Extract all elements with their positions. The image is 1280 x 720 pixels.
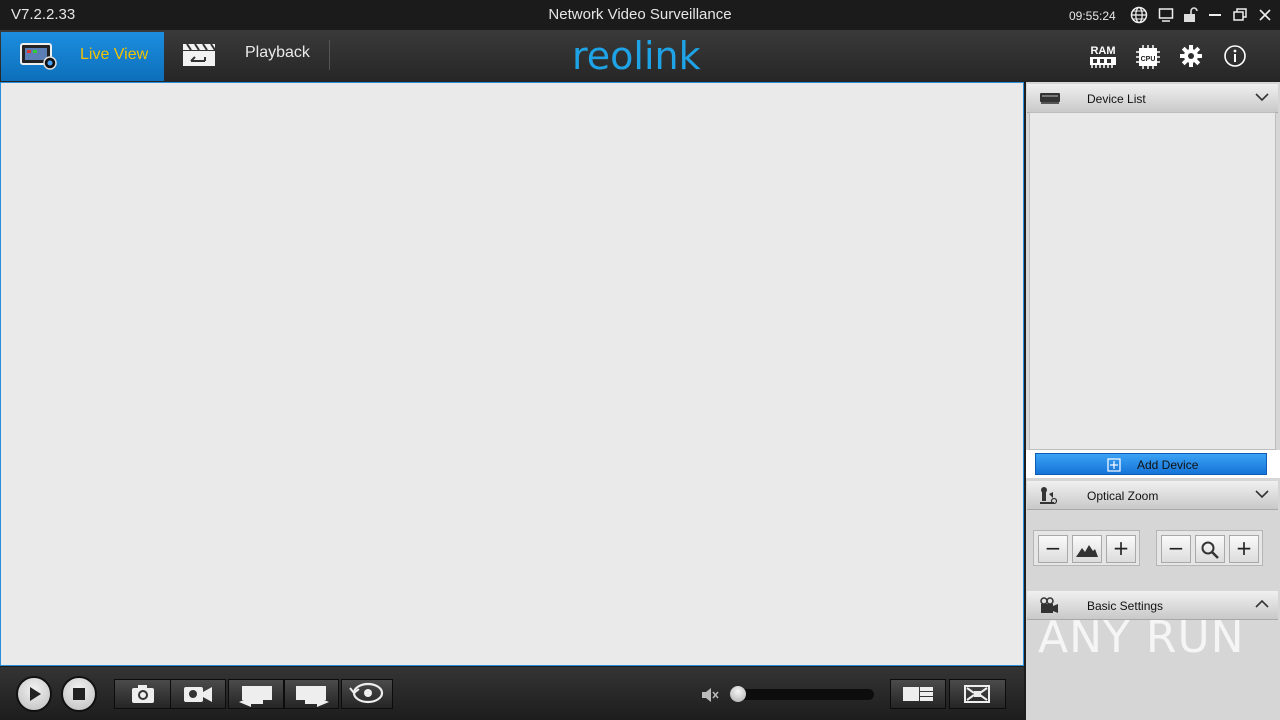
chevron-down-icon[interactable] bbox=[1255, 92, 1269, 102]
globe-icon[interactable] bbox=[1130, 6, 1148, 24]
loop-icon bbox=[349, 682, 384, 704]
loop-button[interactable] bbox=[341, 679, 393, 709]
live-video-area[interactable] bbox=[0, 82, 1024, 666]
reolink-logo: reolink bbox=[572, 34, 701, 78]
previous-window-button[interactable] bbox=[228, 679, 284, 709]
settings-gear-icon[interactable] bbox=[1179, 44, 1203, 68]
zoom-wide-button[interactable] bbox=[1072, 535, 1102, 563]
snapshot-icon bbox=[132, 685, 154, 703]
focus-search-button[interactable] bbox=[1195, 535, 1225, 563]
stop-icon bbox=[73, 688, 85, 700]
focus-out-button[interactable]: − bbox=[1161, 535, 1191, 563]
stop-button[interactable] bbox=[61, 676, 97, 712]
fullscreen-button[interactable] bbox=[949, 679, 1006, 709]
tab-live-view-label: Live View bbox=[80, 46, 149, 63]
previous-icon bbox=[239, 686, 272, 707]
anyrun-watermark: ANY RUN bbox=[1038, 612, 1245, 663]
cpu-icon[interactable]: CPU bbox=[1135, 44, 1161, 70]
tab-playback[interactable]: Playback bbox=[245, 44, 310, 62]
zoom-in-button[interactable]: + bbox=[1106, 535, 1136, 563]
zoom-control-group: − + bbox=[1033, 530, 1140, 566]
record-button[interactable] bbox=[170, 679, 226, 709]
optical-zoom-title: Optical Zoom bbox=[1087, 489, 1159, 503]
volume-slider-handle[interactable] bbox=[730, 686, 746, 702]
title-bar: V7.2.2.33 Network Video Surveillance 09:… bbox=[0, 0, 1280, 30]
close-icon[interactable] bbox=[1256, 6, 1274, 24]
device-list-title: Device List bbox=[1087, 92, 1146, 106]
next-window-button[interactable] bbox=[284, 679, 339, 709]
add-device-label: Add Device bbox=[1137, 458, 1199, 472]
cpu-label: CPU bbox=[1141, 56, 1156, 63]
mute-icon[interactable] bbox=[700, 686, 720, 704]
device-list[interactable] bbox=[1029, 112, 1276, 450]
zoom-out-button[interactable]: − bbox=[1038, 535, 1068, 563]
playback-clapper-icon[interactable] bbox=[181, 42, 217, 68]
nav-divider bbox=[329, 40, 330, 70]
record-icon bbox=[184, 687, 212, 702]
optical-zoom-icon bbox=[1040, 487, 1058, 505]
minimize-icon[interactable] bbox=[1206, 6, 1224, 24]
nvr-device-icon bbox=[1040, 93, 1060, 104]
optical-zoom-header[interactable]: Optical Zoom bbox=[1027, 481, 1278, 510]
play-button[interactable] bbox=[16, 676, 52, 712]
layout-button[interactable] bbox=[890, 679, 946, 709]
add-device-button[interactable]: Add Device bbox=[1035, 453, 1267, 475]
mountain-icon bbox=[1076, 545, 1098, 557]
chevron-down-icon[interactable] bbox=[1255, 489, 1269, 499]
version-label: V7.2.2.33 bbox=[11, 6, 76, 23]
basic-settings-title: Basic Settings bbox=[1087, 599, 1164, 613]
live-view-icon bbox=[20, 43, 57, 70]
fullscreen-icon bbox=[964, 685, 990, 703]
layout-icon bbox=[903, 687, 933, 701]
chevron-up-icon[interactable] bbox=[1255, 599, 1269, 609]
ram-icon[interactable]: RAM bbox=[1088, 44, 1118, 70]
clock: 09:55:24 bbox=[1069, 9, 1116, 23]
snapshot-button[interactable] bbox=[114, 679, 171, 709]
ram-label: RAM bbox=[1090, 45, 1115, 57]
lock-icon[interactable] bbox=[1181, 6, 1199, 24]
device-list-header[interactable]: Device List bbox=[1027, 84, 1278, 113]
nav-bar: Live View Playback reolink RAM CPU bbox=[0, 30, 1280, 83]
tab-live-view[interactable]: Live View bbox=[1, 32, 164, 81]
focus-control-group: − + bbox=[1156, 530, 1263, 566]
volume-slider[interactable] bbox=[733, 689, 874, 700]
play-icon bbox=[30, 687, 41, 701]
restore-icon[interactable] bbox=[1231, 6, 1249, 24]
focus-in-button[interactable]: + bbox=[1229, 535, 1259, 563]
info-icon[interactable] bbox=[1223, 44, 1247, 68]
magnifier-icon bbox=[1201, 541, 1219, 559]
next-icon bbox=[296, 686, 329, 707]
plus-box-icon bbox=[1107, 458, 1121, 472]
monitor-icon[interactable] bbox=[1157, 6, 1175, 24]
